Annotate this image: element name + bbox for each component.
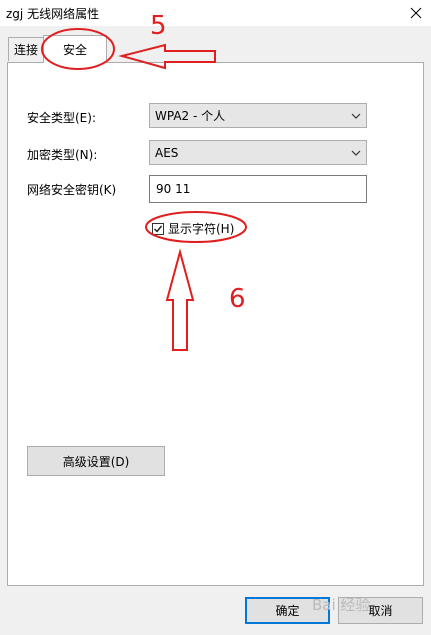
network-key-input[interactable]: 90⁠⁠⁠⁠ 11 [149,175,367,203]
encryption-type-select[interactable]: AES [149,140,367,165]
window-title: zgj 无线网络属性 [6,7,100,21]
show-characters-label: 显示字符(H) [168,222,235,236]
chevron-down-icon [346,141,366,164]
network-key-label: 网络安全密钥(K) [27,183,117,197]
advanced-settings-button[interactable]: 高级设置(D) [27,446,165,476]
close-button[interactable] [400,0,431,26]
tab-connection[interactable]: 连接 [8,37,44,61]
security-type-select[interactable]: WPA2 - 个人 [149,103,367,128]
close-icon [410,7,421,19]
watermark: Bai 经验 [312,596,371,614]
security-type-label: 安全类型(E): [27,111,96,125]
encryption-type-label: 加密类型(N): [27,148,98,162]
encryption-type-value: AES [155,145,179,160]
tab-security[interactable]: 安全 [43,35,107,63]
show-characters-checkbox[interactable]: 显示字符(H) [152,220,234,237]
chevron-down-icon [346,104,366,127]
checkbox-checked-icon[interactable] [152,222,164,235]
security-type-value: WPA2 - 个人 [155,109,226,123]
